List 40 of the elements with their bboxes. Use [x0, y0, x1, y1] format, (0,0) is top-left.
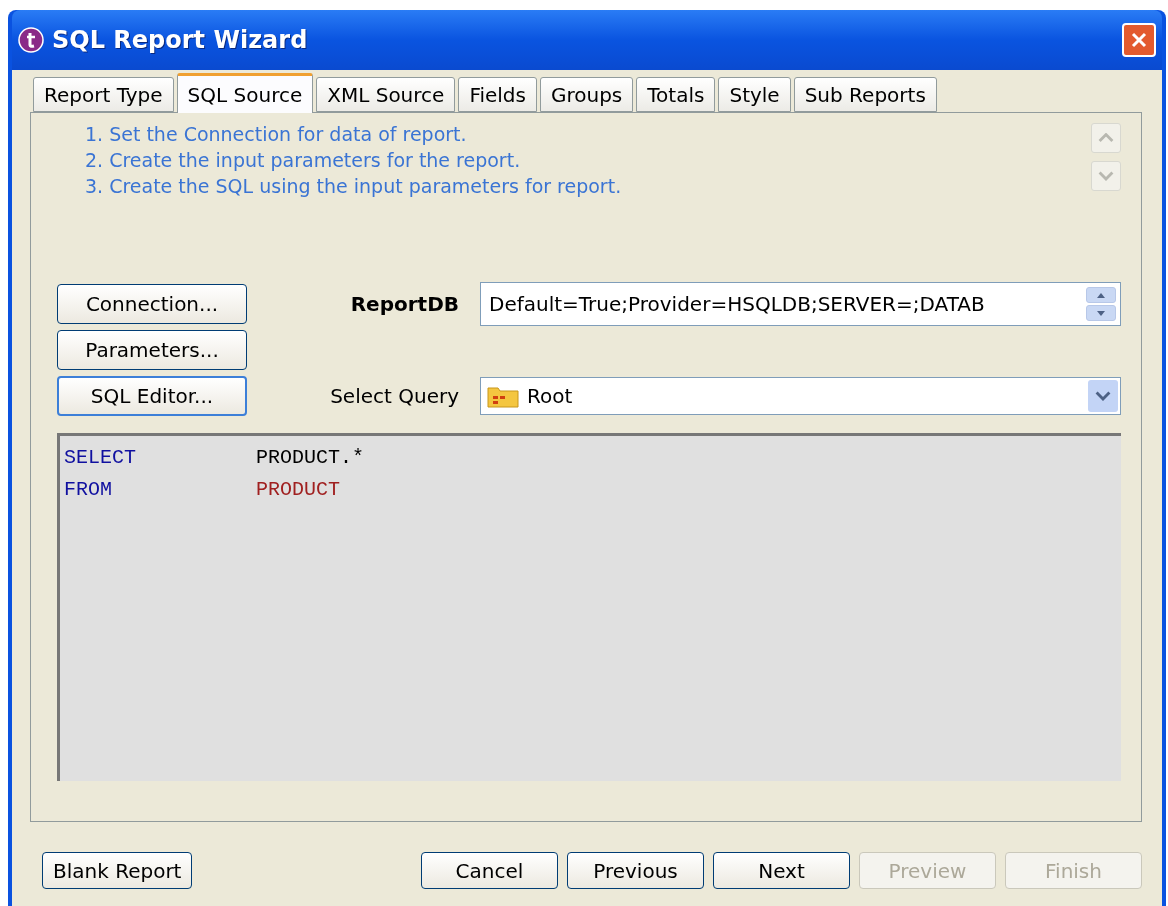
wizard-button[interactable]: Previous [567, 852, 704, 889]
instruction-text: 2. Create the input parameters for the report. [85, 148, 522, 173]
triangle-up-icon [1097, 292, 1105, 298]
instruction-text: 1. Set the Connection for data of report. [85, 122, 468, 147]
blank-report-button[interactable]: Blank Report [42, 852, 193, 889]
sql-editor-button[interactable]: SQL Editor... [57, 376, 247, 416]
spin-up-button[interactable] [1086, 287, 1116, 303]
spin-down-button[interactable] [1086, 305, 1116, 321]
folder-icon [487, 384, 519, 408]
query-label: Select Query [330, 384, 459, 408]
tab[interactable]: Style [718, 77, 791, 112]
parameters-button[interactable]: Parameters... [57, 330, 247, 370]
app-logo-icon [18, 27, 44, 53]
close-button[interactable] [1122, 23, 1156, 57]
connection-field[interactable]: Default=True;Provider=HSQLDB;SERVER=;DATAB [480, 282, 1121, 326]
tab[interactable]: SQL Source [176, 73, 314, 113]
sql-token: SELECT [64, 445, 137, 471]
sql-token: PRODUCT.* [256, 445, 365, 471]
connection-label: ReportDB [350, 292, 459, 316]
triangle-down-icon [1097, 310, 1105, 316]
connection-button[interactable]: Connection... [57, 284, 247, 324]
close-icon [1130, 31, 1148, 49]
sql-token: PRODUCT [256, 477, 340, 503]
window-title: SQL Report Wizard [52, 26, 309, 54]
chevron-down-icon [1098, 171, 1114, 181]
tab[interactable]: Groups [540, 77, 634, 112]
chevron-up-icon [1098, 133, 1114, 143]
wizard-button[interactable]: Next [713, 852, 850, 889]
tab[interactable]: XML Source [316, 77, 456, 112]
sql-editor[interactable]: SELECT PRODUCT.* FROM PRODUCT [57, 433, 1121, 781]
query-dropdown[interactable]: Root [480, 377, 1121, 415]
tab[interactable]: Sub Reports [793, 77, 937, 112]
wizard-button[interactable]: Cancel [421, 852, 558, 889]
chevron-down-icon [1095, 391, 1111, 401]
tab[interactable]: Report Type [33, 77, 174, 112]
tab[interactable]: Totals [636, 77, 716, 112]
tab[interactable]: Fields [458, 77, 537, 112]
instruction-text: 3. Create the SQL using the input parameters for report. [85, 174, 623, 199]
dropdown-arrow-button[interactable] [1088, 380, 1118, 412]
sql-token: FROM [64, 477, 113, 503]
